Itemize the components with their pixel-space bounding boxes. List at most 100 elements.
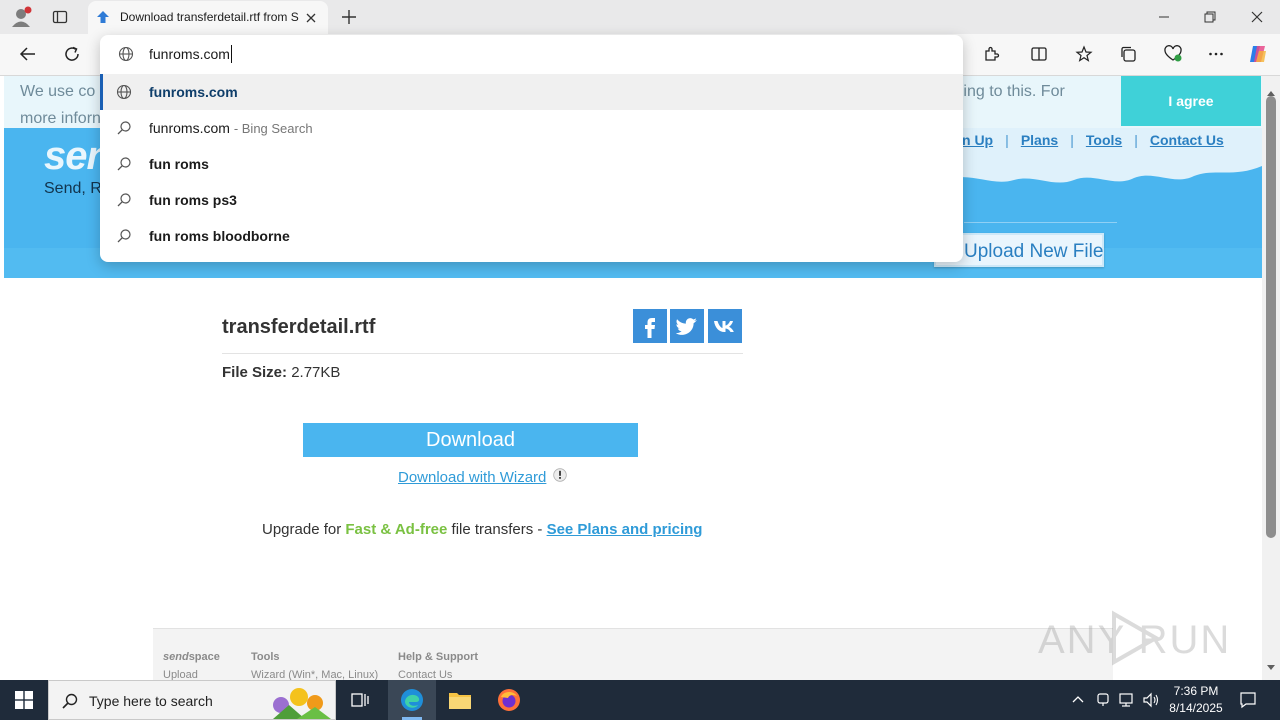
suggestion-suffix: - Bing Search	[233, 121, 313, 136]
file-size: File Size: 2.77KB	[222, 364, 340, 381]
globe-icon	[116, 84, 132, 100]
footer-wizard-link[interactable]: Wizard (Win*, Mac, Linux)	[251, 669, 378, 680]
network-icon[interactable]	[1118, 692, 1136, 708]
vk-icon	[714, 321, 734, 332]
info-icon[interactable]	[553, 468, 567, 482]
meet-now-icon[interactable]	[1095, 692, 1111, 708]
task-view-icon[interactable]	[350, 691, 370, 709]
download-button-label: Download	[426, 428, 515, 451]
nav-plans[interactable]: Plans	[1021, 132, 1058, 148]
footer-tools-title: Tools	[251, 651, 280, 663]
firefox-icon[interactable]	[497, 688, 521, 712]
suggestion-selected-bar	[100, 74, 103, 110]
search-icon	[62, 693, 78, 709]
cookie-text-line1-start: We use co	[20, 83, 96, 100]
flowers-icon	[273, 688, 331, 719]
back-icon[interactable]	[12, 38, 44, 70]
windows-taskbar: Type here to search 7:36 PM 8/14/2025	[0, 680, 1280, 720]
suggestion-item[interactable]: fun roms	[100, 146, 963, 182]
search-icon	[117, 193, 131, 207]
tab-active[interactable]: Download transferdetail.rtf from S	[88, 1, 328, 34]
scroll-down-icon[interactable]	[1266, 659, 1276, 670]
site-footer: sendspace Upload Tools Wizard (Win*, Mac…	[153, 628, 1113, 680]
edge-icon	[401, 689, 423, 711]
collections-icon[interactable]	[1112, 38, 1144, 70]
file-size-value: 2.77KB	[291, 364, 341, 381]
vk-share-button[interactable]	[708, 309, 742, 343]
profile-icon[interactable]	[10, 6, 34, 28]
footer-contact-link[interactable]: Contact Us	[398, 669, 452, 680]
upload-new-file-label: Upload New File	[964, 241, 1104, 262]
more-menu-icon[interactable]	[1200, 38, 1232, 70]
address-bar-dropdown: funroms.com funroms.com funroms.com - Bi…	[100, 35, 963, 262]
suggestion-item[interactable]: funroms.com - Bing Search	[100, 110, 963, 146]
nav-separator: |	[1005, 132, 1009, 148]
tab-title: Download transferdetail.rtf from S	[120, 10, 299, 24]
file-size-label: File Size:	[222, 364, 288, 381]
nav-separator: |	[1070, 132, 1074, 148]
notifications-icon[interactable]	[1239, 691, 1257, 709]
site-tagline: Send, R	[44, 180, 102, 197]
scroll-up-icon[interactable]	[1266, 84, 1276, 96]
close-tab-icon[interactable]	[304, 11, 318, 25]
suggestion-text: fun roms ps3	[149, 192, 237, 208]
split-screen-icon[interactable]	[1023, 38, 1055, 70]
scroll-thumb[interactable]	[1266, 96, 1276, 538]
start-button[interactable]	[0, 680, 48, 720]
search-icon	[117, 157, 131, 171]
taskbar-search-placeholder: Type here to search	[89, 693, 213, 709]
restore-icon[interactable]	[1202, 9, 1218, 25]
extensions-icon[interactable]	[975, 38, 1007, 70]
edge-taskbar-button[interactable]	[388, 680, 436, 720]
favorites-icon[interactable]	[1068, 38, 1100, 70]
anyrun-text: ANY RUN	[1038, 618, 1232, 662]
browser-essentials-icon[interactable]	[1157, 38, 1189, 70]
nav-separator: |	[1134, 132, 1138, 148]
upgrade-highlight: Fast & Ad-free	[345, 521, 448, 538]
download-wizard-label: Download with Wizard	[398, 469, 547, 486]
file-name: transferdetail.rtf	[222, 316, 376, 338]
footer-brand-a: send	[163, 651, 189, 663]
clock[interactable]: 7:36 PM 8/14/2025	[1166, 683, 1226, 717]
footer-brand-b: space	[188, 651, 220, 663]
agree-button[interactable]: I agree	[1121, 76, 1261, 126]
tray-chevron-icon[interactable]	[1071, 693, 1085, 707]
file-explorer-icon[interactable]	[448, 690, 472, 710]
upgrade-prefix: Upgrade for	[262, 521, 346, 538]
copilot-icon[interactable]	[1242, 38, 1274, 70]
address-input[interactable]: funroms.com	[149, 46, 230, 62]
new-tab-icon[interactable]	[340, 8, 358, 26]
upgrade-middle: file transfers -	[447, 521, 547, 538]
see-plans-link[interactable]: See Plans and pricing	[547, 521, 703, 538]
volume-icon[interactable]	[1142, 692, 1160, 708]
minimize-icon[interactable]	[1156, 10, 1172, 24]
globe-icon	[118, 46, 134, 62]
download-wizard-link[interactable]: Download with Wizard	[398, 469, 546, 486]
facebook-icon	[645, 318, 655, 338]
search-icon	[117, 121, 131, 135]
suggestion-text: fun roms bloodborne	[149, 228, 290, 244]
page-scrollbar[interactable]	[1262, 76, 1280, 680]
tab-actions-icon[interactable]	[52, 9, 68, 25]
windows-logo-icon	[15, 691, 33, 709]
nav-sign-up[interactable]: n Up	[962, 132, 993, 148]
browser-titlebar: Download transferdetail.rtf from S	[0, 0, 1280, 34]
nav-contact-us[interactable]: Contact Us	[1150, 132, 1224, 148]
suggestion-query: funroms.com	[149, 120, 230, 136]
facebook-share-button[interactable]	[633, 309, 667, 343]
close-window-icon[interactable]	[1249, 9, 1265, 25]
clock-date: 8/14/2025	[1169, 701, 1223, 715]
suggestion-item[interactable]: fun roms ps3	[100, 182, 963, 218]
download-button[interactable]: Download	[303, 423, 638, 457]
address-bar[interactable]: funroms.com	[100, 35, 963, 73]
twitter-share-button[interactable]	[670, 309, 704, 343]
nav-tools[interactable]: Tools	[1086, 132, 1122, 148]
cookie-text-line2: more inforn	[20, 110, 101, 127]
suggestion-text: funroms.com	[149, 84, 238, 100]
suggestion-item[interactable]: fun roms bloodborne	[100, 218, 963, 254]
taskbar-search[interactable]: Type here to search	[48, 680, 336, 720]
suggestion-item[interactable]: funroms.com	[100, 74, 963, 110]
refresh-icon[interactable]	[56, 38, 88, 70]
footer-upload-link[interactable]: Upload	[163, 669, 198, 680]
footer-help-title: Help & Support	[398, 651, 479, 663]
